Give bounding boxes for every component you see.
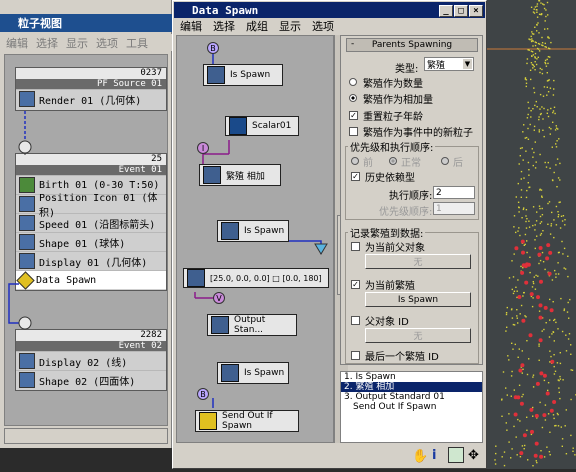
window-title-bar[interactable]: 粒子视图 [0, 14, 172, 32]
move-icon[interactable]: ✥ [468, 448, 479, 463]
flow-node[interactable]: 繁殖 相加 [199, 164, 281, 186]
bool-port-icon[interactable]: B [197, 388, 209, 400]
menu-bar: 编辑 选择 成组 显示 选项 [174, 18, 485, 34]
flow-node[interactable]: Scalar01 [225, 116, 299, 136]
radio-spawn-count[interactable] [349, 78, 357, 86]
test-icon [207, 66, 225, 84]
check-label: 为当前父对象 [365, 243, 425, 254]
priority-spinner[interactable]: 1 [433, 202, 475, 215]
int-port-icon[interactable]: I [197, 142, 209, 154]
exec-order-spinner[interactable]: 2 [433, 186, 475, 199]
check-label: 重置粒子年龄 [363, 112, 423, 123]
menu-bar: 编辑 选择 显示 选项 工具 [0, 34, 172, 51]
list-item[interactable]: 3. Output Standard 01 [341, 392, 482, 402]
window-title-bar[interactable]: Data Spawn _ □ × [174, 2, 485, 18]
event-canvas[interactable]: 0237 PF Source 01 Render 01 (几何体) 25 Eve… [4, 54, 168, 426]
check-new-particle[interactable] [349, 127, 358, 136]
menu-display[interactable]: 显示 [279, 18, 301, 34]
maximize-button[interactable]: □ [454, 5, 468, 17]
group-title: 记录繁殖到数据: [348, 225, 426, 240]
radio-priority-normal[interactable] [389, 157, 397, 165]
flow-node[interactable]: Is Spawn [217, 362, 289, 384]
check-last-spawn[interactable] [351, 351, 360, 360]
radio-priority-front[interactable] [351, 157, 359, 165]
check-label: 为当前繁殖 [365, 281, 415, 292]
particle-cloud [487, 0, 576, 467]
pan-hand-icon[interactable]: ✋ [412, 449, 428, 464]
close-button[interactable]: × [469, 5, 483, 17]
menu-select[interactable]: 选择 [36, 35, 58, 51]
radio-spawn-add[interactable] [349, 94, 357, 102]
check-current-parent[interactable] [351, 242, 360, 251]
check-history[interactable]: ✓ [351, 172, 360, 181]
radio-label: 繁殖作为相加量 [363, 95, 433, 106]
list-item[interactable]: Send Out If Spawn [341, 402, 482, 412]
exec-order-label: 执行顺序: [389, 191, 433, 202]
menu-options[interactable]: 选项 [96, 35, 118, 51]
data-spawn-window: Data Spawn _ □ × 编辑 选择 成组 显示 选项 B Is Spa… [172, 0, 487, 469]
particle-view-window: 粒子视图 编辑 选择 显示 选项 工具 0237 PF Source 01 Re… [0, 0, 172, 448]
check-reset-age[interactable]: ✓ [349, 111, 358, 120]
check-current-spawn[interactable]: ✓ [351, 280, 360, 289]
test-icon [221, 222, 239, 240]
flow-node[interactable]: Output Stan... [207, 314, 297, 336]
menu-options[interactable]: 选项 [312, 18, 334, 34]
type-dropdown[interactable]: 繁殖 ▼ [424, 57, 474, 71]
menu-group[interactable]: 成组 [246, 18, 268, 34]
vector-port-icon[interactable]: V [213, 292, 225, 304]
list-item-selected[interactable]: 2. 繁殖 相加 [341, 382, 482, 392]
flow-node[interactable]: [25.0, 0.0, 0.0] □ [0.0, 180] [183, 268, 329, 288]
type-label: 类型: [395, 64, 419, 75]
check-label: 历史依赖型 [365, 173, 415, 184]
flow-node[interactable]: Send Out If Spawn [195, 410, 299, 432]
check-label: 父对象 ID [365, 317, 409, 328]
vector-icon [187, 269, 205, 287]
operator-icon [203, 166, 221, 184]
horizontal-scrollbar[interactable] [4, 428, 168, 444]
flow-node[interactable]: Is Spawn [217, 220, 289, 242]
window-title: Data Spawn [192, 3, 259, 17]
status-toolbar: ✋ i ✥ [174, 445, 485, 467]
menu-display[interactable]: 显示 [66, 35, 88, 51]
output-icon [211, 316, 229, 334]
minimize-button[interactable]: _ [439, 5, 453, 17]
chevron-down-icon: ▼ [463, 59, 472, 69]
particle-viewport[interactable] [487, 0, 576, 469]
test-icon [221, 364, 239, 382]
none-button[interactable]: 无 [365, 254, 471, 269]
check-parent-id[interactable] [351, 316, 360, 325]
collapse-icon: - [351, 39, 355, 49]
flow-node[interactable]: Is Spawn [203, 64, 283, 86]
info-icon[interactable]: i [432, 448, 436, 463]
parents-spawning-rollout: - Parents Spawning 类型: 繁殖 ▼ 繁殖作为数量 繁殖作为相… [340, 35, 483, 365]
menu-edit[interactable]: 编辑 [6, 35, 28, 51]
none-button[interactable]: 无 [365, 328, 471, 343]
is-spawn-button[interactable]: Is Spawn [365, 292, 471, 307]
group-title: 优先级和执行顺序: [348, 139, 436, 154]
menu-tools[interactable]: 工具 [126, 35, 148, 51]
list-item[interactable]: 1. Is Spawn [341, 372, 482, 382]
zoom-extents-icon[interactable] [448, 447, 464, 463]
priority-label: 优先级顺序: [379, 207, 433, 218]
rollout-header[interactable]: - Parents Spawning [346, 38, 478, 52]
send-out-icon [199, 412, 217, 430]
operator-list[interactable]: 1. Is Spawn 2. 繁殖 相加 3. Output Standard … [340, 371, 483, 443]
check-label: 最后一个繁殖 ID [365, 352, 439, 363]
scalar-icon [229, 117, 247, 135]
event-wires [8, 111, 32, 330]
menu-select[interactable]: 选择 [213, 18, 235, 34]
check-label: 繁殖作为事件中的新粒子 [363, 128, 473, 139]
bool-port-icon[interactable]: B [207, 42, 219, 54]
window-title: 粒子视图 [18, 17, 62, 30]
radio-priority-back[interactable] [441, 157, 449, 165]
menu-edit[interactable]: 编辑 [180, 18, 202, 34]
radio-label: 繁殖作为数量 [363, 79, 423, 90]
operator-flow-graph[interactable]: B Is Spawn Scalar01 I 繁殖 相加 Is Spawn [25… [176, 35, 334, 443]
